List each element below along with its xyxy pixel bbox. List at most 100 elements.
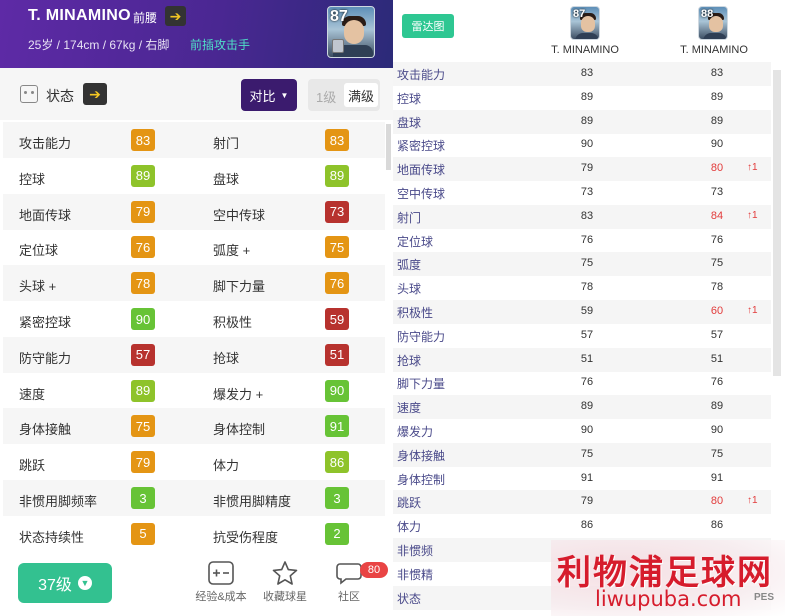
stat-value-badge: 91 (325, 415, 349, 438)
stat-name: 定位球 (19, 243, 59, 259)
compare-stat-name: 身体接触 (397, 448, 446, 463)
compare-row: 爆发力 90 90 (393, 419, 771, 443)
compare-row: 积极性 59 60 ↑1 (393, 300, 771, 324)
increase-arrow-icon: ↑1 (747, 162, 758, 174)
compare-value-1: 76 (580, 376, 594, 389)
compare-stat-name: 非惯精 (397, 567, 434, 582)
compare-row: 跳跃 79 80 ↑1 (393, 490, 771, 515)
compare-row: 攻击能力 83 83 (393, 62, 771, 86)
compare-stat-name: 脚下力量 (397, 377, 446, 392)
stat-value-badge: 89 (325, 164, 349, 187)
level-toggle[interactable]: 1级 满级 (308, 79, 380, 111)
compare-stat-name: 速度 (397, 401, 422, 416)
compare-stat-name: 弧度 (397, 258, 422, 273)
stat-value-badge: 2 (325, 522, 349, 545)
radar-chart-button[interactable]: 雷达图 (402, 14, 454, 38)
compare-value-1: 59 (580, 305, 594, 317)
compare-stat-name: 地面传球 (397, 163, 446, 178)
compare-stat-name: 紧密控球 (397, 139, 446, 154)
compare-stat-name: 空中传球 (397, 187, 446, 201)
compare-row: 地面传球 79 80 ↑1 (393, 157, 771, 182)
compare-stat-name: 防守能力 (397, 329, 446, 344)
state-bar: 状态 ➔ 对比 ▼ 1级 满级 (0, 68, 393, 120)
compare-value-2: 51 (710, 352, 724, 365)
compare-button[interactable]: 对比 ▼ (241, 79, 297, 111)
compare-player-1-avatar: 87 (570, 6, 600, 40)
stat-value-badge: 5 (131, 522, 155, 545)
compare-value-2: 80 (710, 162, 724, 175)
stat-value-badge: 73 (325, 200, 349, 223)
stats-row: 定位球 76 弧度 + 75 (3, 229, 385, 265)
level-button-label: 37级 (38, 577, 72, 594)
watermark: 利物浦足球网 liwupuba.com PES (551, 540, 785, 616)
compare-value-2: 89 (710, 90, 724, 103)
compare-value-1: 83 (580, 67, 594, 79)
compare-stat-name: 控球 (397, 91, 422, 106)
compare-row: 定位球 76 76 (393, 229, 771, 253)
player-info: 25岁 / 174cm / 67kg / 右脚 (28, 38, 170, 52)
scrollbar[interactable] (386, 124, 391, 170)
compare-row: 体力 86 86 (393, 514, 771, 538)
stats-row: 头球 + 78 脚下力量 76 (3, 265, 385, 302)
compare-value-2: 75 (710, 447, 724, 460)
compare-player-2-overall: 88 (701, 8, 714, 20)
stat-name: 防守能力 (19, 350, 72, 366)
compare-value-2: 89 (710, 400, 724, 413)
avatar-body (575, 33, 599, 39)
compare-row: 控球 89 89 (393, 86, 771, 110)
stat-value-badge: 76 (131, 236, 155, 259)
stat-name: 跳跃 (19, 458, 46, 474)
compare-value-1: 91 (580, 471, 594, 484)
compare-value-1: 75 (580, 447, 594, 460)
player-style: 前插攻击手 (190, 38, 251, 52)
stat-value-badge: 59 (325, 308, 349, 330)
compare-row: 空中传球 73 73 (393, 181, 771, 205)
stat-name: 紧密控球 (19, 315, 72, 330)
caret-down-icon: ▼ (280, 90, 289, 100)
stat-value-badge: 86 (325, 451, 349, 474)
compare-value-1: 90 (580, 138, 594, 151)
compare-value-1: 90 (580, 424, 594, 436)
compare-stat-name: 定位球 (397, 234, 434, 249)
compare-value-2: 84 (710, 209, 724, 222)
stat-name: 控球 (19, 171, 46, 187)
compare-row: 身体控制 91 91 (393, 467, 771, 491)
player-switch-arrow-icon[interactable]: ➔ (165, 6, 186, 26)
compare-value-1: 79 (580, 495, 594, 508)
stat-name: 爆发力 + (213, 386, 264, 402)
compare-stat-name: 体力 (397, 520, 422, 535)
compare-value-1: 73 (580, 186, 594, 198)
chevron-down-icon: ▼ (77, 576, 92, 590)
compare-value-1: 89 (580, 400, 594, 413)
stat-value-badge: 76 (325, 272, 349, 295)
level-button[interactable]: 37级 ▼ (18, 563, 112, 603)
stat-value-badge: 75 (325, 236, 349, 259)
compare-value-1: 86 (580, 519, 594, 532)
scrollbar[interactable] (773, 70, 781, 376)
compare-value-1: 51 (580, 352, 594, 365)
compare-stat-name: 状态 (397, 591, 422, 606)
stat-name: 空中传球 (213, 207, 266, 223)
plus-minus-icon (208, 561, 234, 585)
compare-value-1: 83 (580, 209, 594, 222)
level-max-option[interactable]: 满级 (344, 83, 378, 107)
compare-stat-name: 跳跃 (397, 496, 422, 511)
stat-name: 头球 + (19, 279, 57, 295)
stat-value-badge: 3 (325, 487, 349, 509)
stat-value-badge: 90 (325, 379, 349, 402)
stat-name: 非惯用脚精度 (213, 494, 292, 509)
player-header: T. MINAMINO 前腰 ➔ 25岁 / 174cm / 67kg / 右脚… (0, 0, 393, 68)
stats-row: 跳跃 79 体力 86 (3, 444, 385, 480)
stats-row: 地面传球 79 空中传球 73 (3, 193, 385, 230)
compare-value-2: 75 (710, 257, 724, 270)
stat-name: 射门 (213, 136, 240, 151)
stat-name: 抗受伤程度 (213, 529, 279, 545)
compare-row: 头球 78 78 (393, 276, 771, 300)
state-arrow-icon[interactable]: ➔ (83, 83, 107, 105)
compare-row: 弧度 75 75 (393, 252, 771, 277)
compare-value-1: 89 (580, 114, 594, 127)
avatar-body (703, 33, 727, 39)
level-1-option[interactable]: 1级 (316, 87, 336, 106)
compare-row: 防守能力 57 57 (393, 324, 771, 348)
stats-row: 状态持续性 5 抗受伤程度 2 (3, 516, 385, 552)
